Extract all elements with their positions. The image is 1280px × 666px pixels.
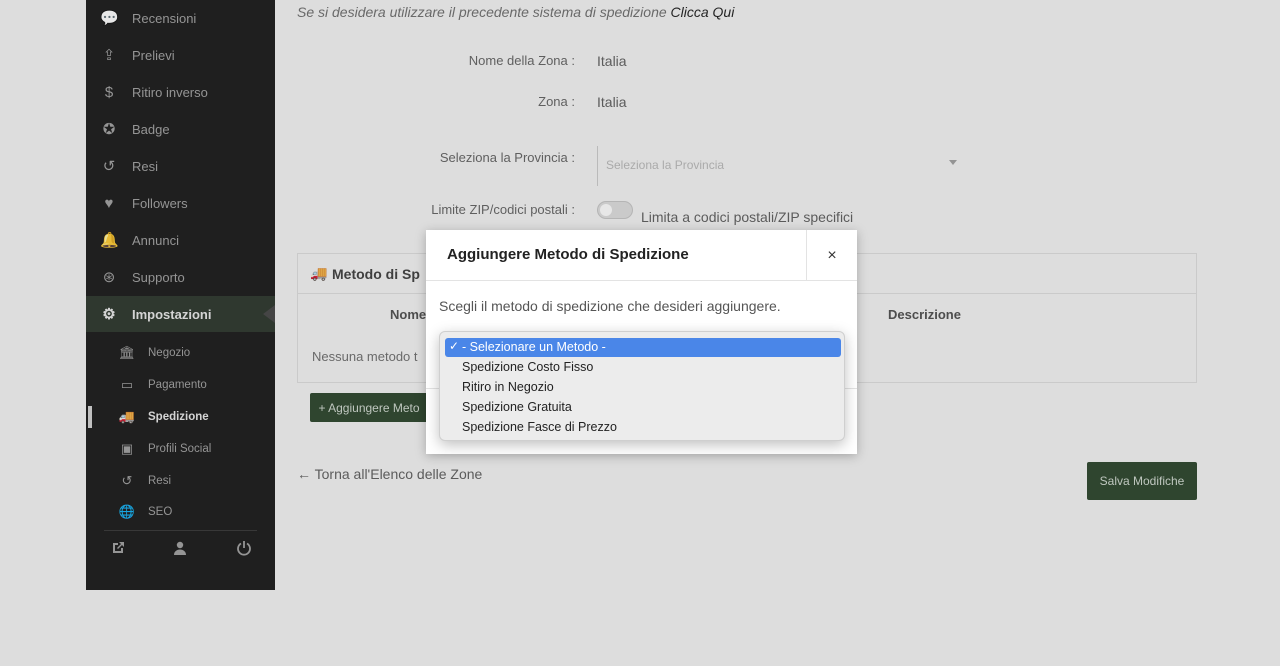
close-icon[interactable]: × — [806, 230, 857, 281]
checkmark-icon: ✓ — [449, 339, 460, 353]
select-option[interactable]: ✓ - Selezionare un Metodo - — [445, 338, 841, 357]
option-label: Spedizione Costo Fisso — [462, 360, 594, 374]
modal-prompt: Scegli il metodo di spedizione che desid… — [439, 298, 781, 314]
select-option[interactable]: Spedizione Costo Fisso — [445, 358, 841, 377]
option-label: - Selezionare un Metodo - — [462, 340, 606, 354]
option-label: Ritiro in Negozio — [462, 380, 554, 394]
select-option[interactable]: Ritiro in Negozio — [445, 378, 841, 397]
modal-title: Aggiungere Metodo di Spedizione — [447, 246, 689, 263]
option-label: Spedizione Fasce di Prezzo — [462, 420, 617, 434]
select-option[interactable]: Spedizione Gratuita — [445, 398, 841, 417]
option-label: Spedizione Gratuita — [462, 400, 572, 414]
select-option[interactable]: Spedizione Fasce di Prezzo — [445, 418, 841, 437]
shipping-method-select-dropdown[interactable]: ✓ - Selezionare un Metodo - Spedizione C… — [439, 331, 845, 441]
modal-header: Aggiungere Metodo di Spedizione × — [426, 230, 857, 281]
